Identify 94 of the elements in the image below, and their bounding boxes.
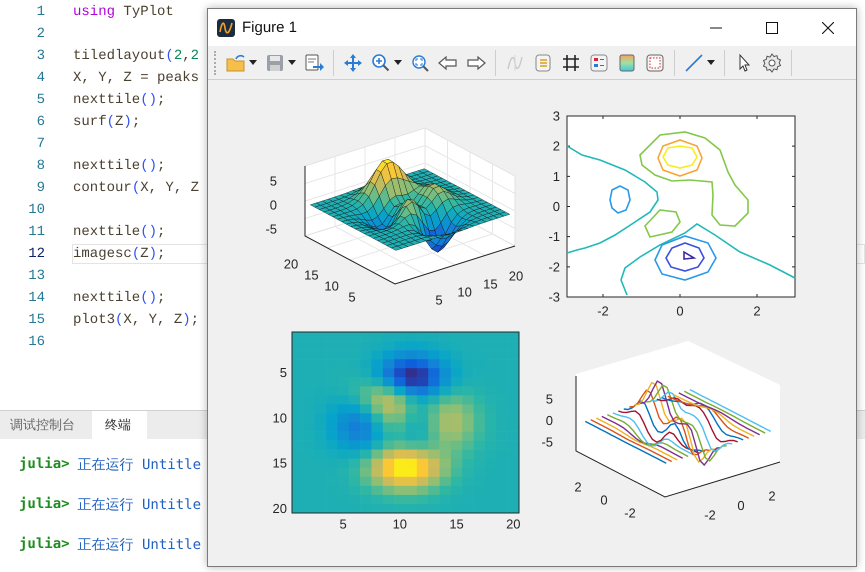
- line-number: 2: [36, 26, 45, 42]
- line-number: 3: [36, 48, 45, 64]
- close-icon: [822, 22, 834, 34]
- grid-icon: [561, 52, 581, 72]
- tick-label: 1: [552, 168, 560, 184]
- line-number: 1: [36, 4, 45, 20]
- move-arrows-icon: [343, 52, 363, 72]
- export-icon: [304, 52, 324, 72]
- tick-label: -2: [624, 506, 636, 520]
- folder-icon: [226, 52, 246, 72]
- zoom-fit-icon: [410, 52, 430, 72]
- line-number: 7: [36, 136, 45, 152]
- tick-label: 10: [324, 278, 339, 294]
- tick-label: 15: [272, 456, 287, 471]
- tick-label: 5: [280, 365, 287, 380]
- line-number: 6: [36, 114, 45, 130]
- tick-label: 0: [737, 498, 745, 513]
- data-cursor-icon: [505, 52, 525, 72]
- tick-label: 5: [435, 292, 443, 308]
- line-number: 4: [36, 70, 45, 86]
- line-icon: [684, 52, 704, 72]
- tick-label: 20: [506, 516, 521, 532]
- tick-label: -2: [704, 508, 716, 522]
- tick-label: -5: [265, 222, 277, 236]
- tick-label: 5: [270, 174, 277, 188]
- tick-label: 0: [600, 492, 608, 508]
- tick-label: 2: [574, 480, 582, 494]
- list-icon: [589, 52, 609, 72]
- line-number: 8: [36, 158, 45, 174]
- tick-label: 20: [284, 256, 298, 272]
- terminal-output: 正在运行 Untitle: [78, 456, 202, 474]
- terminal-prompt: julia>: [19, 496, 70, 512]
- tick-label: 20: [508, 268, 524, 284]
- line-number: 13: [27, 268, 45, 284]
- terminal-prompt: julia>: [19, 456, 70, 472]
- tick-label: 0: [546, 413, 553, 428]
- tick-label: 2: [768, 488, 776, 504]
- code-line: X, Y, Z = peaks: [73, 70, 200, 86]
- panel-tab[interactable]: 终端: [92, 411, 147, 439]
- code-line: nexttile();: [73, 92, 166, 108]
- tick-label: 10: [392, 516, 408, 532]
- line-number: 14: [27, 290, 45, 306]
- caret-icon: [288, 60, 296, 65]
- code-line: contour(X, Y, Z: [73, 180, 200, 196]
- tick-label: -5: [541, 434, 553, 450]
- line-number: 15: [27, 312, 45, 328]
- tick-label: 0: [676, 304, 684, 318]
- tick-label: 5: [339, 516, 347, 532]
- box-icon: [645, 52, 665, 72]
- tick-label: 0: [270, 198, 277, 212]
- terminal-output: 正在运行 Untitle: [78, 536, 202, 554]
- window-title: Figure 1: [242, 19, 298, 36]
- terminal-output: 正在运行 Untitle: [78, 496, 202, 514]
- code-line: nexttile();: [73, 224, 166, 240]
- colorbar-icon: [617, 52, 637, 72]
- tick-label: 2: [753, 304, 761, 318]
- legend-icon: [533, 52, 553, 72]
- app-icon: [217, 18, 235, 36]
- tick-label: 10: [272, 410, 287, 426]
- tick-label: 10: [457, 284, 472, 300]
- tick-label: -3: [548, 290, 560, 304]
- tick-label: 0: [552, 199, 560, 214]
- tick-label: -2: [548, 259, 560, 274]
- caret-icon: [249, 60, 257, 65]
- terminal-prompt: julia>: [19, 536, 70, 552]
- line-number: 11: [27, 224, 45, 240]
- tick-label: 20: [272, 500, 287, 516]
- code-line: surf(Z);: [73, 114, 140, 130]
- code-line: nexttile();: [73, 158, 166, 174]
- tick-label: 5: [546, 392, 553, 406]
- tick-label: 15: [483, 276, 498, 292]
- tick-label: 15: [449, 516, 464, 532]
- line-number: 12: [27, 246, 45, 262]
- tick-label: -2: [597, 304, 609, 318]
- tick-label: 5: [348, 290, 356, 304]
- line-number: 16: [27, 334, 45, 350]
- code-line: nexttile();: [73, 290, 166, 306]
- code-line: tiledlayout(2,2: [73, 48, 200, 64]
- line-number: 9: [36, 180, 45, 196]
- line-number: 5: [36, 92, 45, 108]
- tick-label: 2: [552, 138, 560, 154]
- code-line: imagesc(Z);: [73, 246, 166, 262]
- tick-label: 3: [552, 108, 560, 124]
- tick-label: 15: [304, 268, 319, 282]
- code-line: using TyPlot: [73, 4, 174, 20]
- maximize-icon: [766, 22, 778, 34]
- tick-label: -1: [548, 229, 560, 244]
- caret-icon: [707, 60, 715, 65]
- caret-icon: [394, 60, 402, 65]
- line-number: 10: [27, 202, 45, 218]
- settings-icon: [762, 52, 782, 72]
- code-line: plot3(X, Y, Z);: [73, 312, 200, 328]
- panel-tab[interactable]: 调试控制台: [0, 411, 88, 439]
- zoom-in-icon: [371, 52, 391, 72]
